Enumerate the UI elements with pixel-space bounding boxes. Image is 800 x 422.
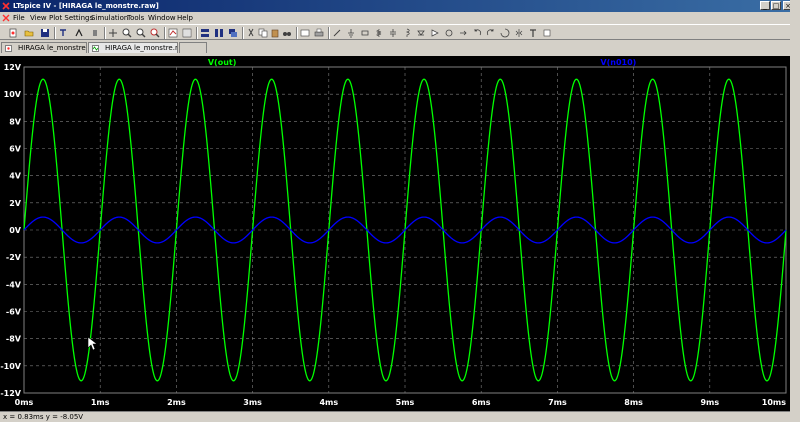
maximize-button[interactable]: □ — [771, 1, 781, 10]
tab-empty[interactable] — [179, 42, 207, 53]
save-icon[interactable] — [40, 28, 50, 38]
x-tick-label: 0ms — [15, 398, 34, 407]
drag-icon[interactable] — [458, 28, 468, 38]
y-tick-label: -10V — [0, 362, 21, 371]
tab-waveform[interactable]: HIRAGA le_monstre.raw — [88, 42, 178, 53]
cursor-readout: x = 0.83ms y = -8.05V — [3, 413, 84, 421]
autorange-icon[interactable] — [168, 28, 178, 38]
y-tick-label: 2V — [9, 199, 22, 208]
y-tick-label: -8V — [6, 335, 22, 344]
ltspice-app-icon[interactable] — [2, 2, 10, 10]
y-tick-label: -2V — [6, 253, 22, 262]
y-tick-label: -6V — [6, 308, 22, 317]
control-panel-icon[interactable] — [58, 28, 68, 38]
vertical-scrollbar[interactable] — [790, 0, 800, 422]
text-icon[interactable] — [528, 28, 538, 38]
tab-waveform-label: HIRAGA le_monstre.raw — [105, 44, 178, 52]
x-tick-label: 10ms — [762, 398, 786, 407]
y-tick-label: 6V — [9, 145, 22, 154]
y-tick-label: 12V — [4, 63, 22, 72]
tile-horizontal-icon[interactable] — [200, 28, 210, 38]
y-tick-label: 0V — [9, 226, 22, 235]
x-tick-label: 8ms — [624, 398, 643, 407]
y-tick-label: -4V — [6, 280, 22, 289]
paste-icon[interactable] — [270, 28, 280, 38]
menu-tools[interactable]: Tools — [127, 13, 144, 23]
move-icon[interactable] — [444, 28, 454, 38]
diode-icon[interactable] — [416, 28, 426, 38]
y-tick-label: 10V — [4, 90, 22, 99]
zoom-in-icon[interactable] — [122, 28, 132, 38]
minimize-button[interactable]: _ — [760, 1, 770, 10]
tile-vertical-icon[interactable] — [214, 28, 224, 38]
print-icon[interactable] — [314, 28, 324, 38]
x-tick-label: 9ms — [700, 398, 719, 407]
component-icon[interactable] — [430, 28, 440, 38]
capacitor-icon[interactable] — [388, 28, 398, 38]
menu-bar: File View Plot Settings Simulation Tools… — [0, 12, 800, 24]
waveform-file-icon — [92, 45, 99, 52]
x-tick-label: 5ms — [396, 398, 415, 407]
menu-plot-settings[interactable]: Plot Settings — [49, 13, 93, 23]
ground-icon[interactable] — [346, 28, 356, 38]
legend-label-vn010: V(n010) — [600, 58, 636, 67]
print-preview-icon[interactable] — [300, 28, 310, 38]
x-tick-label: 1ms — [91, 398, 110, 407]
trace-vn010 — [23, 216, 787, 244]
status-bar: x = 0.83ms y = -8.05V — [0, 411, 800, 422]
zoom-fit-icon[interactable] — [150, 28, 160, 38]
new-schematic-icon[interactable] — [8, 28, 18, 38]
menu-window[interactable]: Window — [148, 13, 176, 23]
open-icon[interactable] — [24, 28, 34, 38]
resistor-icon[interactable] — [374, 28, 384, 38]
menu-file[interactable]: File — [13, 13, 25, 23]
mirror-icon[interactable] — [514, 28, 524, 38]
draw-wire-icon[interactable] — [332, 28, 342, 38]
toolbar — [0, 24, 800, 40]
y-tick-label: -12V — [0, 389, 21, 398]
rotate-icon[interactable] — [500, 28, 510, 38]
cut-icon[interactable] — [246, 28, 256, 38]
redo-icon[interactable] — [486, 28, 496, 38]
copy-icon[interactable] — [258, 28, 268, 38]
cascade-icon[interactable] — [228, 28, 238, 38]
x-tick-label: 2ms — [167, 398, 186, 407]
document-menu-icon[interactable] — [2, 14, 10, 22]
menu-view[interactable]: View — [30, 13, 47, 23]
legend-label-vout: V(out) — [208, 58, 237, 67]
label-net-icon[interactable] — [360, 28, 370, 38]
x-tick-label: 3ms — [243, 398, 262, 407]
tab-schematic-label: HIRAGA le_monstre.asc — [18, 44, 86, 52]
y-tick-label: 8V — [9, 117, 22, 126]
x-tick-label: 4ms — [319, 398, 338, 407]
x-tick-label: 7ms — [548, 398, 567, 407]
inductor-icon[interactable] — [402, 28, 412, 38]
find-icon[interactable] — [282, 28, 292, 38]
window-title: LTspice IV - [HIRAGA le_monstre.raw] — [13, 2, 159, 10]
document-tabs: HIRAGA le_monstre.asc HIRAGA le_monstre.… — [0, 40, 800, 54]
pan-icon[interactable] — [108, 28, 118, 38]
y-tick-label: 4V — [9, 172, 22, 181]
undo-icon[interactable] — [472, 28, 482, 38]
title-bar: LTspice IV - [HIRAGA le_monstre.raw] — [0, 0, 800, 12]
run-icon[interactable] — [74, 28, 84, 38]
halt-icon[interactable] — [90, 28, 100, 38]
menu-simulation[interactable]: Simulation — [91, 13, 128, 23]
menu-help[interactable]: Help — [177, 13, 193, 23]
grid-icon[interactable] — [182, 28, 192, 38]
x-tick-label: 6ms — [472, 398, 491, 407]
tab-schematic[interactable]: HIRAGA le_monstre.asc — [1, 42, 87, 53]
waveform-chart[interactable]: 0ms 1ms 2ms 3ms 4ms 5ms 6ms 7ms 8ms 9ms 10ms 12V 10V… — [0, 56, 800, 411]
waveform-plot-pane[interactable]: 0ms 1ms 2ms 3ms 4ms 5ms 6ms 7ms 8ms 9ms 10ms 12V 10V… — [0, 56, 800, 411]
zoom-out-icon[interactable] — [136, 28, 146, 38]
spice-directive-icon[interactable] — [542, 28, 552, 38]
schematic-file-icon — [5, 45, 12, 52]
